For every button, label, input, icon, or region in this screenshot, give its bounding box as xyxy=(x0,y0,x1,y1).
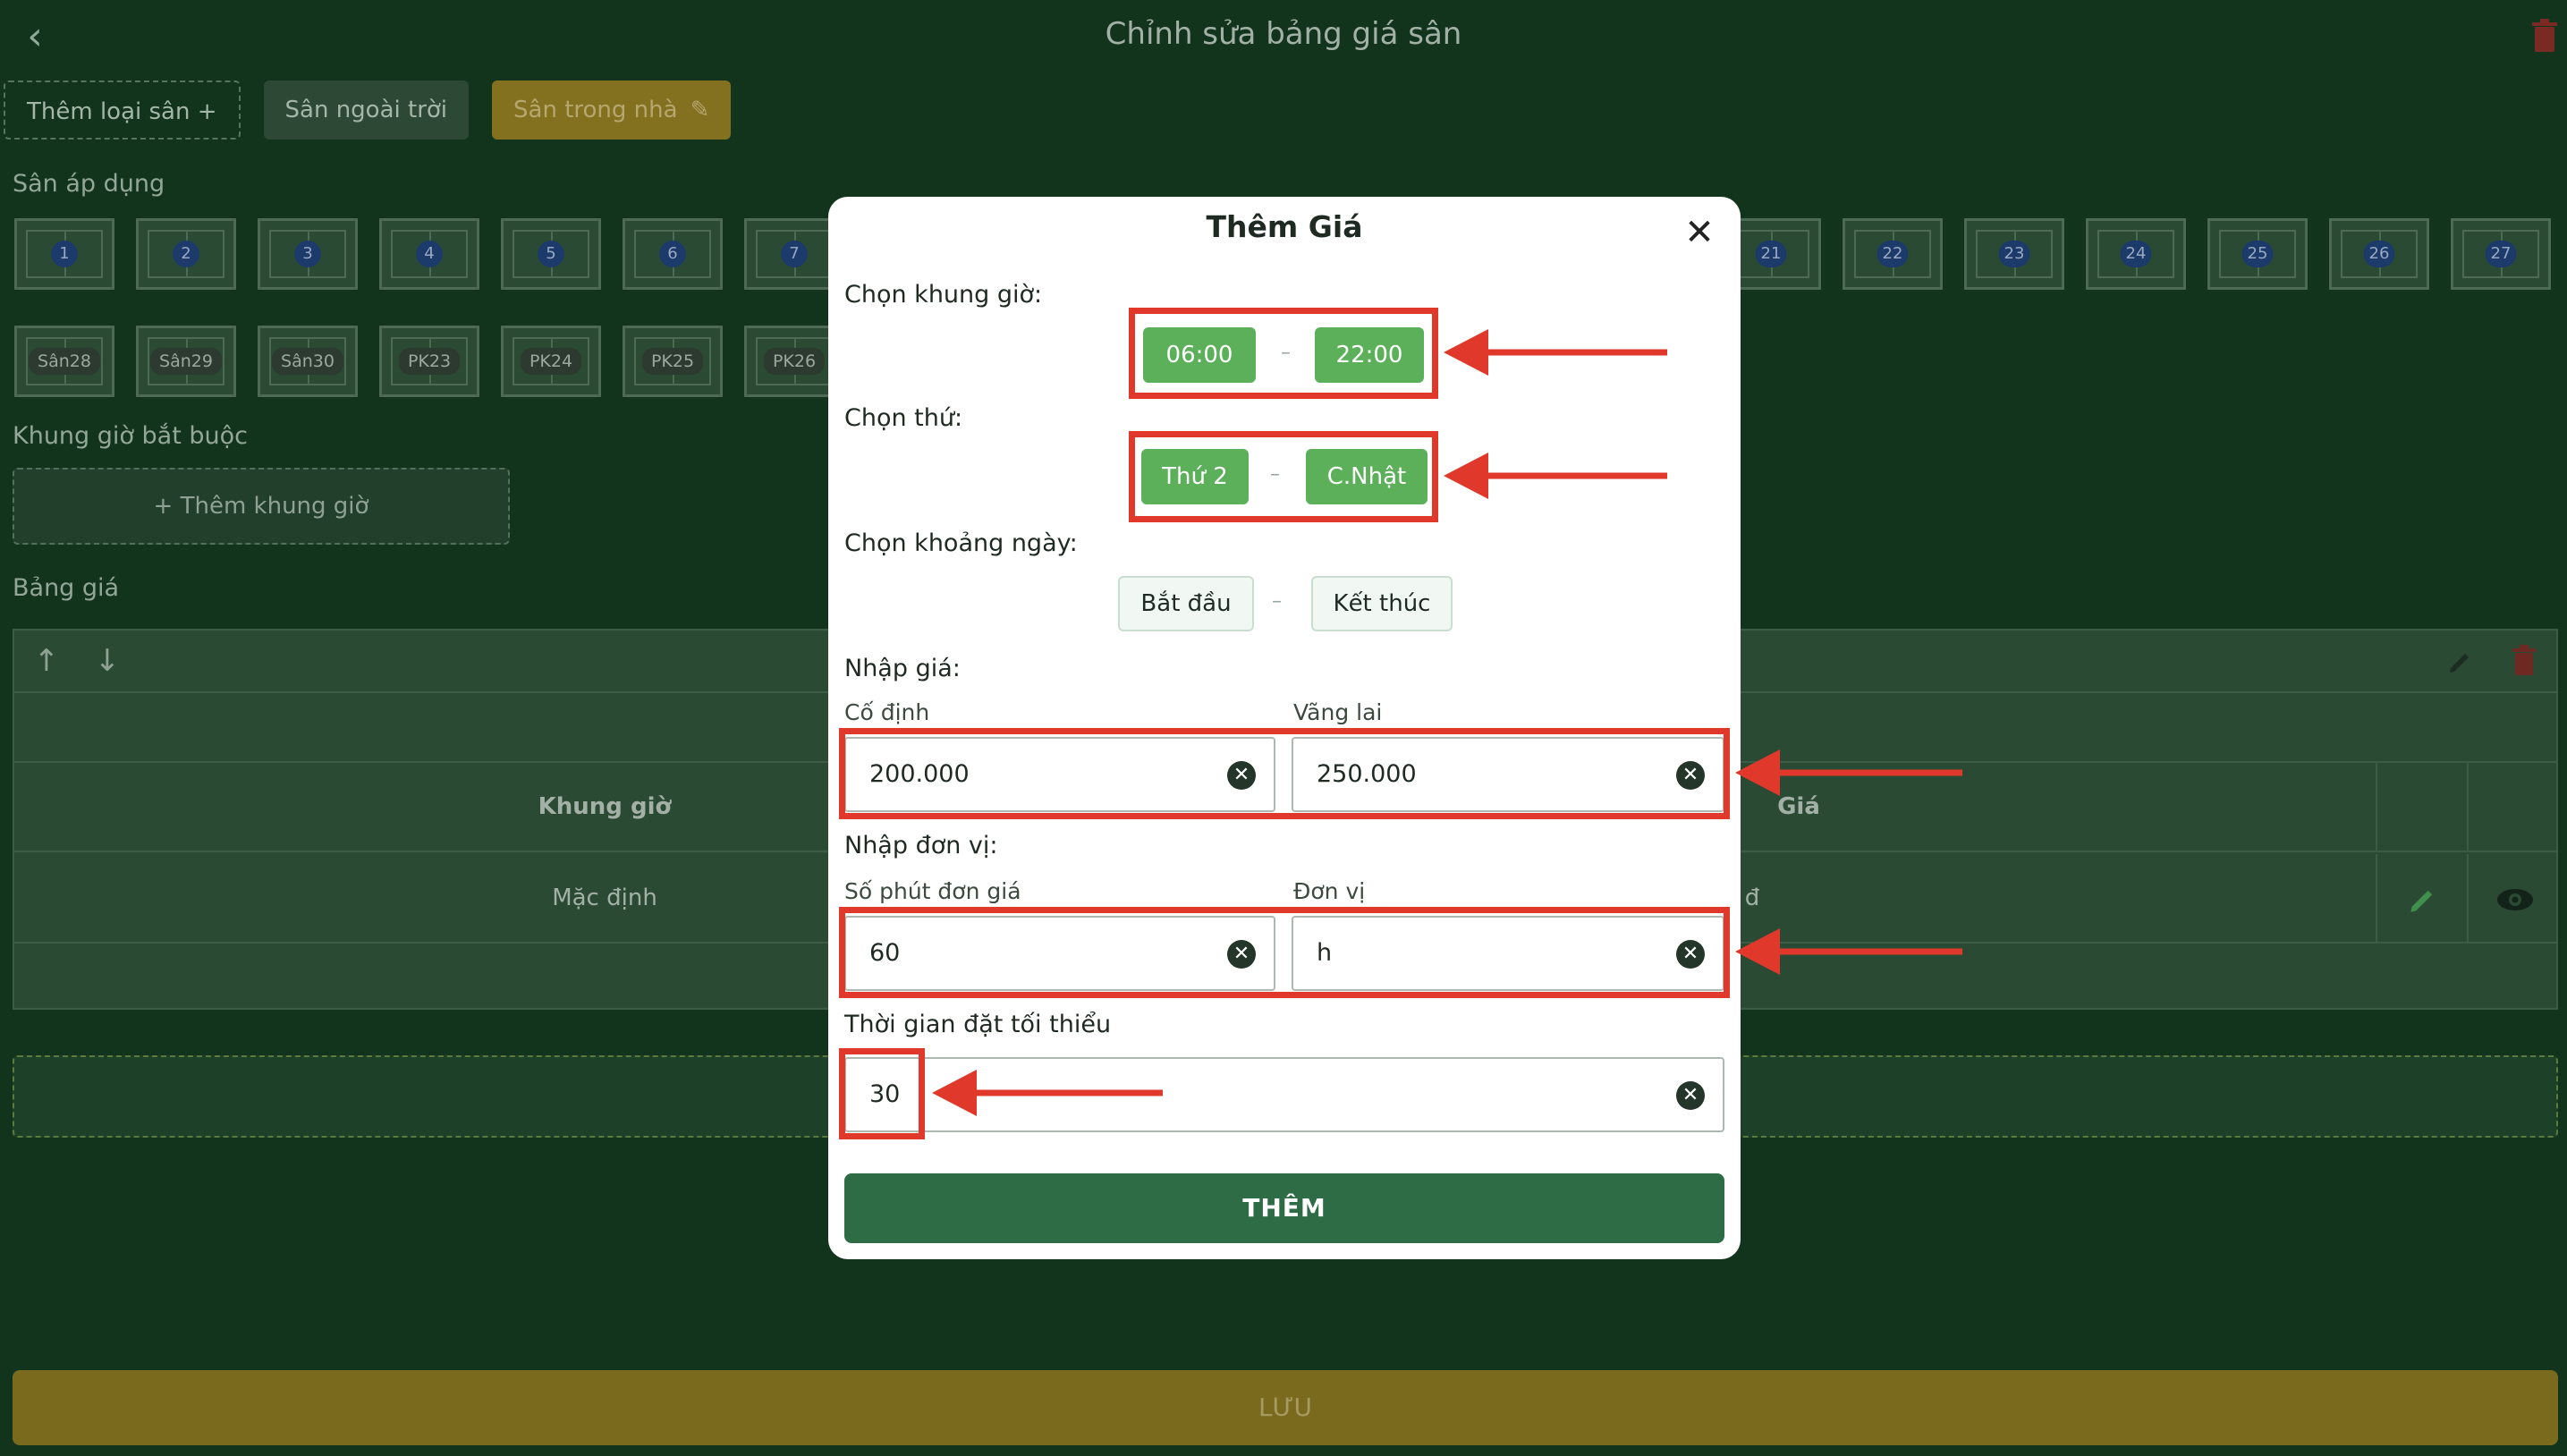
close-icon[interactable]: ✕ xyxy=(1678,211,1721,254)
court-badge: PK24 xyxy=(520,348,582,375)
clear-icon[interactable]: ✕ xyxy=(1676,1081,1705,1110)
end-date-button[interactable]: Kết thúc xyxy=(1311,576,1453,631)
column-divider xyxy=(2467,763,2469,851)
highlight-box-time xyxy=(1129,308,1438,399)
fixed-price-label: Cố định xyxy=(844,699,930,725)
court-badge: 24 xyxy=(2120,241,2152,267)
court-badge: 7 xyxy=(781,241,808,267)
court-tile[interactable]: Sân28 xyxy=(14,326,114,397)
edit-icon[interactable] xyxy=(2447,648,2474,675)
court-tile[interactable]: 4 xyxy=(379,218,479,290)
court-tile[interactable]: Sân30 xyxy=(258,326,358,397)
court-tile[interactable]: 27 xyxy=(2451,218,2551,290)
court-type-tabs: Thêm loại sân + Sân ngoài trời Sân trong… xyxy=(4,80,732,140)
column-divider xyxy=(2376,763,2377,851)
min-booking-label: Thời gian đặt tối thiểu xyxy=(844,1011,1112,1038)
start-date-button[interactable]: Bắt đầu xyxy=(1118,576,1254,631)
court-badge: PK23 xyxy=(398,348,461,375)
tab-outdoor[interactable]: Sân ngoài trời xyxy=(263,80,470,140)
day-range-label: Chọn thứ: xyxy=(844,404,963,432)
court-badge: PK26 xyxy=(763,348,826,375)
court-tile[interactable]: 23 xyxy=(1964,218,2064,290)
court-tile[interactable]: 2 xyxy=(136,218,236,290)
court-badge: 3 xyxy=(294,241,321,267)
court-tile[interactable]: 24 xyxy=(2086,218,2186,290)
court-badge: Sân29 xyxy=(150,348,222,375)
court-tile[interactable]: 22 xyxy=(1843,218,1943,290)
add-time-slot-button[interactable]: + Thêm khung giờ xyxy=(13,468,510,545)
walkin-price-label: Vãng lai xyxy=(1293,699,1383,725)
court-badge: 26 xyxy=(2363,241,2395,267)
modal-title: Thêm Giá xyxy=(1206,209,1363,244)
court-badge: 22 xyxy=(1877,241,1909,267)
column-divider xyxy=(2376,854,2377,942)
tab-indoor[interactable]: Sân trong nhà ✎ xyxy=(492,80,732,140)
save-button[interactable]: LƯU xyxy=(13,1370,2558,1445)
court-tile[interactable]: 26 xyxy=(2329,218,2429,290)
trash-icon[interactable] xyxy=(2531,18,2558,54)
trash-icon[interactable] xyxy=(2512,645,2537,677)
courts-section-label: Sân áp dụng xyxy=(13,170,165,198)
range-separator: – xyxy=(1272,590,1282,613)
move-down-icon[interactable]: ↓ xyxy=(88,641,127,681)
highlight-box-price xyxy=(839,728,1730,819)
court-tile[interactable]: 6 xyxy=(623,218,723,290)
court-badge: 4 xyxy=(416,241,443,267)
edit-icon[interactable] xyxy=(2408,885,2438,915)
court-badge: 6 xyxy=(659,241,686,267)
highlight-box-min-time xyxy=(839,1048,925,1139)
price-table-label: Bảng giá xyxy=(13,574,120,602)
price-input-label: Nhập giá: xyxy=(844,655,961,682)
annotation-arrow xyxy=(1444,327,1667,377)
annotation-arrow xyxy=(1735,748,1962,798)
annotation-arrow xyxy=(1444,451,1667,501)
court-badge: 23 xyxy=(1998,241,2030,267)
unit-input-label: Nhập đơn vị: xyxy=(844,832,998,859)
court-badge: 1 xyxy=(51,241,78,267)
move-up-icon[interactable]: ↑ xyxy=(27,641,66,681)
court-badge: PK25 xyxy=(641,348,704,375)
required-time-label: Khung giờ bắt buộc xyxy=(13,422,248,450)
court-badge: Sân28 xyxy=(29,348,100,375)
header: ‹ Chỉnh sửa bảng giá sân xyxy=(0,0,2567,75)
court-tile[interactable]: 5 xyxy=(501,218,601,290)
court-badge: 25 xyxy=(2241,241,2274,267)
highlight-box-unit xyxy=(839,907,1730,998)
court-tile[interactable]: 25 xyxy=(2207,218,2308,290)
annotation-arrow xyxy=(1735,927,1962,977)
court-badge: 5 xyxy=(538,241,564,267)
court-tile[interactable]: PK25 xyxy=(623,326,723,397)
time-range-label: Chọn khung giờ: xyxy=(844,281,1043,309)
court-tile[interactable]: PK23 xyxy=(379,326,479,397)
unit-sublabel: Đơn vị xyxy=(1293,878,1366,904)
column-divider xyxy=(2467,854,2469,942)
court-tile[interactable]: Sân29 xyxy=(136,326,236,397)
page-title: Chỉnh sửa bảng giá sân xyxy=(1105,16,1462,52)
add-price-submit-button[interactable]: THÊM xyxy=(844,1173,1724,1243)
court-badge: 21 xyxy=(1755,241,1787,267)
edit-icon[interactable]: ✎ xyxy=(690,80,710,140)
date-range-label: Chọn khoảng ngày: xyxy=(844,529,1078,557)
court-badge: Sân30 xyxy=(272,348,343,375)
minutes-label: Số phút đơn giá xyxy=(844,878,1021,904)
tab-indoor-label: Sân trong nhà xyxy=(513,97,678,123)
annotation-arrow xyxy=(932,1068,1163,1118)
highlight-box-days xyxy=(1129,431,1438,522)
eye-icon[interactable] xyxy=(2495,886,2535,913)
court-tile[interactable]: 1 xyxy=(14,218,114,290)
court-badge: 2 xyxy=(173,241,199,267)
court-badge: 27 xyxy=(2485,241,2517,267)
court-tile[interactable]: 3 xyxy=(258,218,358,290)
add-court-type-button[interactable]: Thêm loại sân + xyxy=(4,80,241,140)
court-tile[interactable]: PK24 xyxy=(501,326,601,397)
